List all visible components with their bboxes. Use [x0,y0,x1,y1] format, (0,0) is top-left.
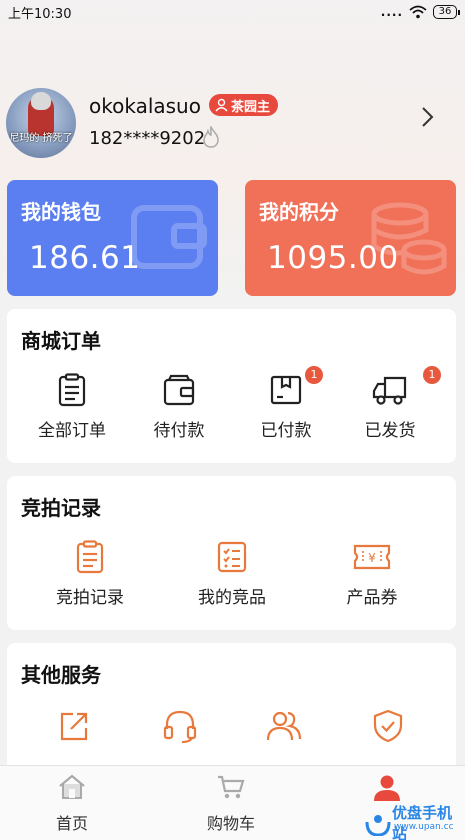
auction-record-label: 竞拍记录 [56,588,124,608]
coins-icon [371,202,447,275]
shield-check-icon[interactable] [371,709,405,743]
order-paid-button[interactable]: 已付款 [231,373,341,441]
status-bar: 上午10:30 .... 36 [0,0,465,24]
avatar[interactable]: 尼玛的 挤死了 [6,88,76,158]
status-time: 上午10:30 [8,6,72,22]
shipped-count-badge: 1 [423,366,441,384]
avatar-head [31,92,51,110]
checklist-icon [217,541,247,573]
cart-icon [218,775,245,799]
order-shipped-label: 已发货 [364,421,416,441]
users-icon[interactable] [265,709,303,743]
user-icon [215,98,228,112]
services-title: 其他服务 [21,663,101,687]
coupon-icon: ¥ [353,544,391,570]
order-all-label: 全部订单 [38,421,106,441]
services-section: 其他服务 [7,643,456,783]
watermark-logo-icon [365,815,391,836]
watermark: 优盘手机站 www.upan.cc [360,800,465,840]
svg-text:¥: ¥ [368,551,376,565]
wallet-card[interactable]: 我的钱包 186.61 [7,180,218,296]
wallet-icon [163,374,195,406]
chevron-right-icon[interactable] [420,106,434,128]
phone-number: 182****9202 [89,128,206,149]
battery-icon: 36 [433,5,460,19]
watermark-text: 优盘手机站 [392,804,453,840]
order-all-button[interactable]: 全部订单 [17,373,127,441]
auction-record-button[interactable]: 竞拍记录 [35,540,145,608]
my-lots-label: 我的竞品 [198,588,266,608]
coupon-button[interactable]: ¥ 产品券 [317,540,427,608]
points-title: 我的积分 [259,200,339,224]
order-unpaid-label: 待付款 [153,421,205,441]
box-icon [270,375,302,405]
truck-icon [372,376,407,405]
status-icons: .... 36 [380,5,460,19]
role-badge-label: 茶园主 [231,99,271,115]
wallet-title: 我的钱包 [21,200,101,224]
auction-section: 竞拍记录 竞拍记录 我的竞品 ¥ 产品券 [7,476,456,630]
my-lots-button[interactable]: 我的竞品 [177,540,287,608]
avatar-caption: 尼玛的 挤死了 [9,133,73,144]
clipboard-icon [76,540,104,574]
watermark-url: www.upan.cc [394,822,454,832]
nav-cart-label: 购物车 [206,814,255,833]
profile-header[interactable]: 尼玛的 挤死了 okokalasuo 茶园主 182****9202 [6,88,458,158]
clipboard-icon [58,373,86,407]
share-icon[interactable] [57,709,91,743]
coupon-label: 产品券 [346,588,398,608]
paid-count-badge: 1 [305,366,323,384]
role-badge: 茶园主 [209,94,279,116]
wallet-icon [131,205,207,269]
order-unpaid-button[interactable]: 待付款 [124,373,234,441]
nav-cart[interactable]: 购物车 [181,774,281,834]
nav-home-label: 首页 [55,814,88,833]
points-card[interactable]: 我的积分 1095.00 [245,180,456,296]
headset-icon[interactable] [162,709,198,743]
signal-icon: .... [380,5,403,19]
home-icon [59,774,85,799]
wifi-icon [409,5,427,19]
order-paid-label: 已付款 [260,421,312,441]
orders-section: 商城订单 全部订单 待付款 已付款 1 已发货 1 [7,309,456,463]
wallet-balance: 186.61 [29,240,141,276]
orders-title: 商城订单 [21,329,101,353]
nav-home[interactable]: 首页 [22,774,122,834]
fire-icon [203,126,219,148]
profile-icon [374,775,400,801]
username: okokalasuo [89,94,201,118]
auction-title: 竞拍记录 [21,496,101,520]
